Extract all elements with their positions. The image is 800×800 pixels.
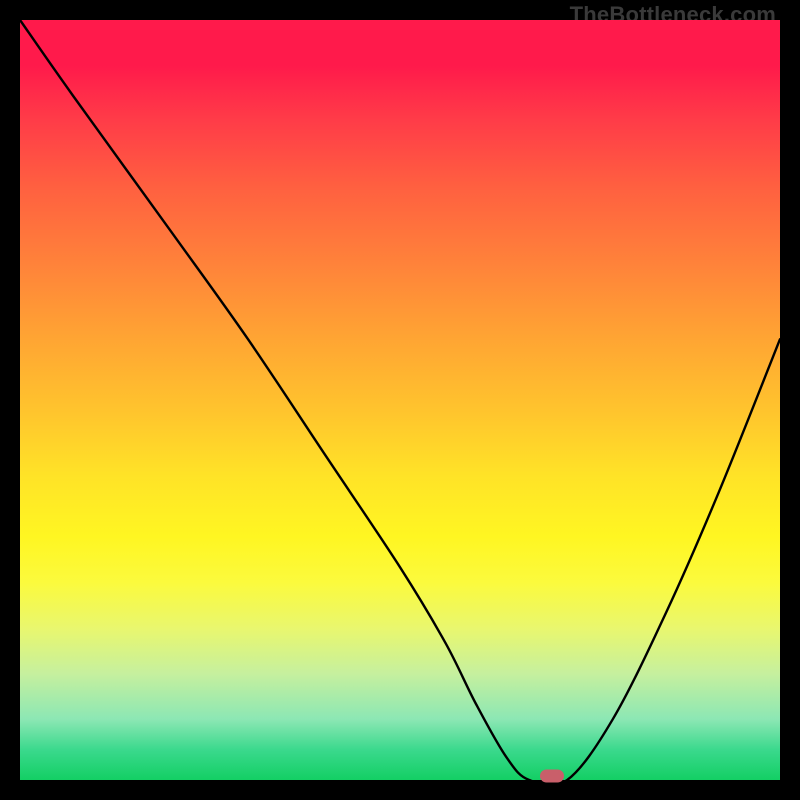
plot-area [20,20,780,780]
bottleneck-curve [20,20,780,785]
curve-svg [20,20,780,780]
optimum-marker [540,770,564,783]
chart-container: TheBottleneck.com [0,0,800,800]
